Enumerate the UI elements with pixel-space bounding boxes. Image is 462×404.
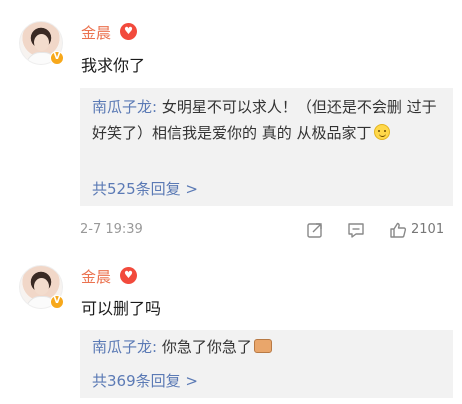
username[interactable]: 金晨: [81, 266, 111, 287]
reply-author[interactable]: 南瓜子龙:: [92, 98, 157, 116]
view-replies-link[interactable]: 共369条回复 >: [92, 370, 198, 391]
reply-box[interactable]: 南瓜子龙: 女明星不可以求人！（但还是不会删 过于好笑了）相信我是爱你的 真的 …: [80, 88, 453, 206]
reply-body: 你急了你急了: [157, 338, 252, 356]
share-icon[interactable]: [306, 221, 324, 239]
username[interactable]: 金晨: [81, 22, 111, 43]
reply-text: 南瓜子龙: 你急了你急了: [92, 334, 444, 360]
comment-1: V 金晨 ♥ 我求你了 南瓜子龙: 女明星不可以求人！（但还是不会删 过于好笑了…: [0, 0, 462, 250]
comment-text: 我求你了: [81, 56, 146, 75]
comment-icon[interactable]: [347, 221, 365, 239]
view-replies-link[interactable]: 共525条回复 >: [92, 178, 198, 199]
comment-meta: 2-7 19:39 2101: [80, 220, 453, 240]
like-icon[interactable]: [389, 221, 407, 239]
verified-badge-icon: V: [50, 51, 64, 65]
comment-text: 可以删了吗: [81, 299, 162, 318]
fan-badge-icon: ♥: [120, 267, 137, 284]
reply-author[interactable]: 南瓜子龙:: [92, 338, 157, 356]
like-count: 2101: [411, 222, 445, 237]
reply-box[interactable]: 南瓜子龙: 你急了你急了 共369条回复 >: [80, 330, 453, 398]
verified-badge-icon: V: [50, 295, 64, 309]
smile-emoji-icon: [373, 124, 390, 140]
reply-text: 南瓜子龙: 女明星不可以求人！（但还是不会删 过于好笑了）相信我是爱你的 真的 …: [92, 94, 444, 146]
sticker-emoji-icon: [253, 339, 272, 353]
fan-badge-icon: ♥: [120, 23, 137, 40]
comment-2: V 金晨 ♥ 可以删了吗 南瓜子龙: 你急了你急了 共369条回复 >: [0, 250, 462, 404]
timestamp: 2-7 19:39: [80, 222, 143, 237]
